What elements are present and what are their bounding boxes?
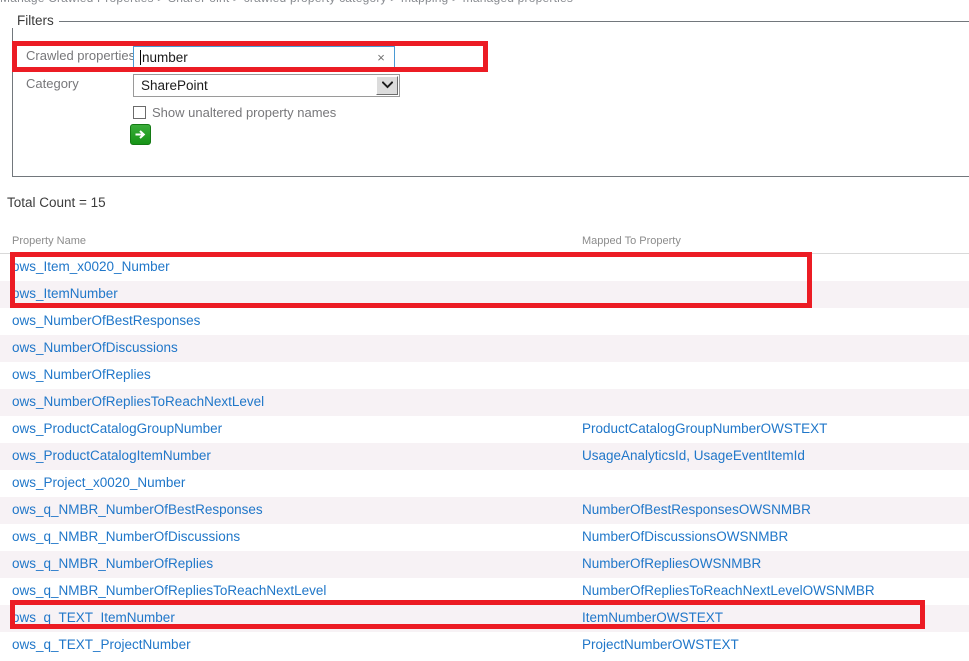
property-name-link[interactable]: ows_q_TEXT_ProjectNumber [12, 637, 191, 652]
table-row: ows_Item_x0020_Number [0, 254, 969, 281]
property-name-link[interactable]: ows_NumberOfDiscussions [12, 340, 178, 355]
property-name-link[interactable]: ows_ProductCatalogItemNumber [12, 448, 211, 463]
category-select[interactable]: SharePoint [133, 74, 400, 97]
table-row: ows_q_NMBR_NumberOfBestResponses NumberOf… [0, 497, 969, 524]
category-row: Category SharePoint [0, 74, 520, 97]
mapped-to-property-link[interactable]: NumberOfRepliesOWSNMBR [582, 556, 761, 571]
text-caret [140, 50, 141, 65]
filters-panel [12, 21, 969, 177]
total-count: Total Count = 15 [7, 195, 106, 210]
category-value: SharePoint [141, 78, 208, 93]
mapped-to-property-link[interactable]: NumberOfRepliesToReachNextLevelOWSNMBR [582, 583, 875, 598]
table-row: ows_NumberOfBestResponses [0, 308, 969, 335]
property-name-link[interactable]: ows_NumberOfReplies [12, 367, 151, 382]
table-row: ows_NumberOfRepliesToReachNextLevel [0, 389, 969, 416]
show-unaltered-checkbox[interactable] [133, 105, 146, 119]
table-body: ows_Item_x0020_Number ows_ItemNumber ows_N… [0, 254, 969, 659]
crawled-properties-table: Property Name Mapped To Property ows_Ite… [0, 232, 969, 659]
crawled-properties-row: Crawled properties number × [0, 46, 520, 68]
table-row: ows_ProductCatalogItemNumber UsageAnalyti… [0, 443, 969, 470]
clipped-top-text: Manage Crawled Properties > SharePoint >… [0, 0, 969, 5]
property-name-link[interactable]: ows_Project_x0020_Number [12, 475, 185, 490]
table-row: ows_q_TEXT_ItemNumber ItemNumberOWSTEXT [0, 605, 969, 632]
show-unaltered-label: Show unaltered property names [152, 104, 337, 120]
property-name-link[interactable]: ows_q_NMBR_NumberOfRepliesToReachNextLev… [12, 583, 326, 598]
go-button[interactable] [130, 124, 151, 145]
property-name-link[interactable]: ows_ItemNumber [12, 286, 118, 301]
category-label: Category [26, 76, 79, 91]
property-name-link[interactable]: ows_q_TEXT_ItemNumber [12, 610, 175, 625]
mapped-to-property-link[interactable]: ProductCatalogGroupNumberOWSTEXT [582, 421, 827, 436]
property-name-link[interactable]: ows_NumberOfRepliesToReachNextLevel [12, 394, 264, 409]
show-unaltered-row[interactable]: Show unaltered property names [133, 103, 336, 121]
mapped-to-property-link[interactable]: ItemNumberOWSTEXT [582, 610, 723, 625]
property-name-link[interactable]: ows_q_NMBR_NumberOfDiscussions [12, 529, 240, 544]
mapped-to-property-link[interactable]: NumberOfBestResponsesOWSNMBR [582, 502, 811, 517]
column-header-property-name: Property Name [12, 235, 86, 247]
mapped-to-property-link[interactable]: NumberOfDiscussionsOWSNMBR [582, 529, 788, 544]
table-row: ows_ProductCatalogGroupNumber ProductCata… [0, 416, 969, 443]
table-row: ows_ItemNumber [0, 281, 969, 308]
table-row: ows_Project_x0020_Number [0, 470, 969, 497]
crawled-properties-label: Crawled properties [26, 48, 136, 63]
mapped-to-property-link[interactable]: UsageAnalyticsId, UsageEventItemId [582, 448, 805, 463]
table-row: ows_q_NMBR_NumberOfRepliesToReachNextLev… [0, 578, 969, 605]
filters-legend: Filters [12, 14, 59, 28]
chevron-down-icon[interactable] [376, 76, 398, 95]
table-row: ows_q_TEXT_ProjectNumber ProjectNumberOWS… [0, 632, 969, 659]
column-header-mapped-to-property: Mapped To Property [582, 235, 681, 247]
property-name-link[interactable]: ows_ProductCatalogGroupNumber [12, 421, 222, 436]
crawled-properties-input[interactable]: number × [133, 46, 395, 68]
table-row: ows_NumberOfReplies [0, 362, 969, 389]
table-row: ows_q_NMBR_NumberOfReplies NumberOfReplie… [0, 551, 969, 578]
crawled-properties-value: number [142, 50, 188, 65]
table-row: ows_NumberOfDiscussions [0, 335, 969, 362]
clear-icon[interactable]: × [373, 49, 389, 66]
property-name-link[interactable]: ows_q_NMBR_NumberOfReplies [12, 556, 213, 571]
table-row: ows_q_NMBR_NumberOfDiscussions NumberOfDi… [0, 524, 969, 551]
table-header: Property Name Mapped To Property [0, 232, 969, 254]
property-name-link[interactable]: ows_Item_x0020_Number [12, 259, 170, 274]
property-name-link[interactable]: ows_q_NMBR_NumberOfBestResponses [12, 502, 263, 517]
mapped-to-property-link[interactable]: ProjectNumberOWSTEXT [582, 637, 739, 652]
property-name-link[interactable]: ows_NumberOfBestResponses [12, 313, 200, 328]
